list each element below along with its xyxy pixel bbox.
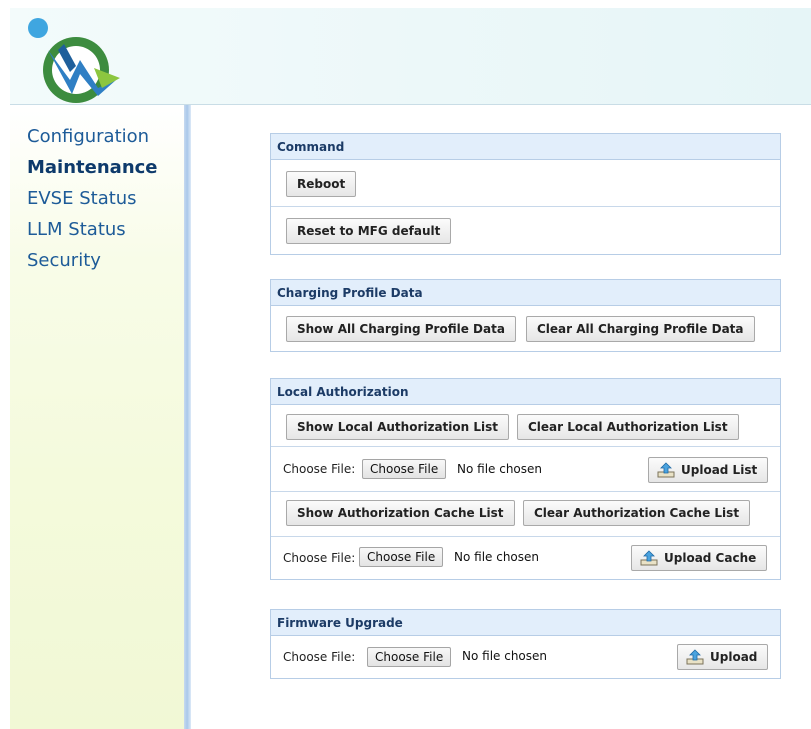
clear-local-auth-list-button[interactable]: Clear Local Authorization List: [517, 414, 739, 440]
charging-profile-panel: Charging Profile Data Show All Charging …: [270, 279, 781, 352]
cache-choose-file-label: Choose File:: [283, 551, 356, 565]
cache-file-status: No file chosen: [454, 550, 540, 564]
firmware-upload-label: Upload: [710, 650, 758, 664]
command-title: Command: [271, 134, 780, 160]
command-panel: Command Reboot Reset to MFG default: [270, 133, 781, 255]
clear-all-charging-profile-button[interactable]: Clear All Charging Profile Data: [526, 316, 755, 342]
firmware-upgrade-panel: Firmware Upgrade Choose File: Choose Fil…: [270, 609, 781, 679]
upload-list-label: Upload List: [681, 463, 758, 477]
upload-icon: [686, 649, 704, 665]
sidebar-divider: [184, 105, 191, 729]
firmware-choose-file-label: Choose File:: [283, 650, 356, 664]
logo-icon: [28, 18, 120, 103]
nav-item-configuration[interactable]: Configuration: [27, 126, 149, 147]
firmware-file-status: No file chosen: [462, 649, 548, 663]
local-authorization-title: Local Authorization: [271, 379, 780, 405]
local-authorization-panel: Local Authorization Show Local Authoriza…: [270, 378, 781, 580]
nav-item-maintenance[interactable]: Maintenance: [27, 157, 158, 178]
nav-item-security[interactable]: Security: [27, 250, 101, 271]
upload-cache-label: Upload Cache: [664, 551, 757, 565]
clear-auth-cache-list-button[interactable]: Clear Authorization Cache List: [523, 500, 751, 526]
choose-file-label: Choose File:: [283, 462, 356, 476]
reboot-button[interactable]: Reboot: [286, 171, 357, 197]
charging-profile-title: Charging Profile Data: [271, 280, 780, 306]
header-banner: [10, 8, 811, 105]
show-all-charging-profile-button[interactable]: Show All Charging Profile Data: [286, 316, 516, 342]
nav-item-evse-status[interactable]: EVSE Status: [27, 188, 137, 209]
upload-cache-button[interactable]: Upload Cache: [631, 545, 768, 571]
sidebar: Configuration Maintenance EVSE Status LL…: [10, 105, 185, 729]
upload-icon: [640, 550, 658, 566]
show-local-auth-list-button[interactable]: Show Local Authorization List: [286, 414, 510, 440]
firmware-choose-file-button[interactable]: Choose File: [367, 647, 452, 667]
choose-file-button[interactable]: Choose File: [362, 459, 447, 479]
upload-list-button[interactable]: Upload List: [648, 457, 769, 483]
nav-item-llm-status[interactable]: LLM Status: [27, 219, 126, 240]
file-status: No file chosen: [457, 462, 543, 476]
firmware-upload-button[interactable]: Upload: [677, 644, 769, 670]
show-auth-cache-list-button[interactable]: Show Authorization Cache List: [286, 500, 515, 526]
cache-choose-file-button[interactable]: Choose File: [359, 547, 444, 567]
reset-mfg-default-button[interactable]: Reset to MFG default: [286, 218, 452, 244]
upload-icon: [657, 462, 675, 478]
firmware-upgrade-title: Firmware Upgrade: [271, 610, 780, 636]
